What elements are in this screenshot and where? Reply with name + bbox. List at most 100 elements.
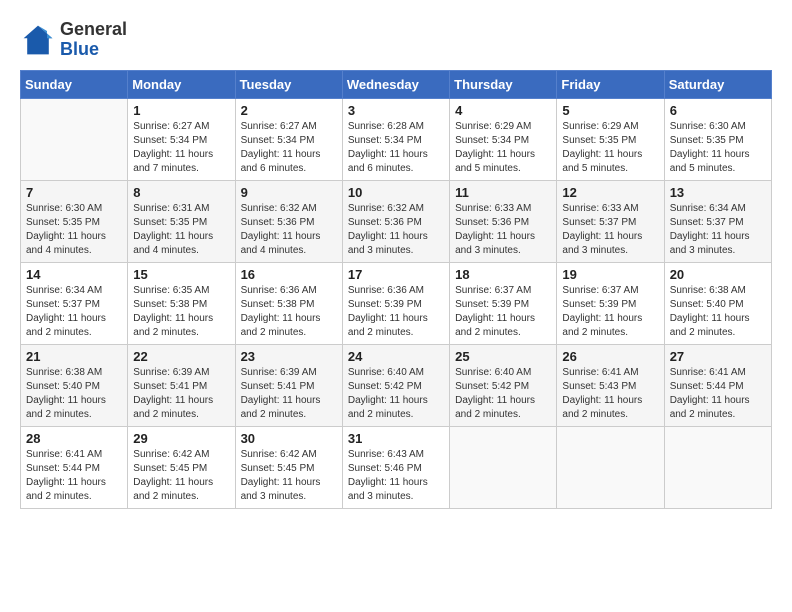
day-number: 2 <box>241 103 337 118</box>
day-info: Sunrise: 6:35 AM Sunset: 5:38 PM Dayligh… <box>133 284 229 340</box>
day-info: Sunrise: 6:41 AM Sunset: 5:44 PM Dayligh… <box>670 366 766 422</box>
day-info: Sunrise: 6:36 AM Sunset: 5:39 PM Dayligh… <box>348 284 444 340</box>
calendar-cell: 22 Sunrise: 6:39 AM Sunset: 5:41 PM Dayli… <box>128 344 235 426</box>
calendar-cell: 14 Sunrise: 6:34 AM Sunset: 5:37 PM Dayli… <box>21 262 128 344</box>
day-number: 31 <box>348 431 444 446</box>
day-info: Sunrise: 6:33 AM Sunset: 5:36 PM Dayligh… <box>455 202 551 258</box>
calendar-cell: 20 Sunrise: 6:38 AM Sunset: 5:40 PM Dayli… <box>664 262 771 344</box>
day-info: Sunrise: 6:27 AM Sunset: 5:34 PM Dayligh… <box>241 120 337 176</box>
calendar-cell: 25 Sunrise: 6:40 AM Sunset: 5:42 PM Dayli… <box>450 344 557 426</box>
calendar-cell: 8 Sunrise: 6:31 AM Sunset: 5:35 PM Daylig… <box>128 180 235 262</box>
day-number: 17 <box>348 267 444 282</box>
calendar-cell: 1Sunrise: 6:27 AM Sunset: 5:34 PM Daylig… <box>128 98 235 180</box>
day-info: Sunrise: 6:40 AM Sunset: 5:42 PM Dayligh… <box>455 366 551 422</box>
day-info: Sunrise: 6:40 AM Sunset: 5:42 PM Dayligh… <box>348 366 444 422</box>
day-number: 8 <box>133 185 229 200</box>
calendar-cell <box>557 426 664 508</box>
day-number: 30 <box>241 431 337 446</box>
calendar-cell <box>450 426 557 508</box>
calendar-week-5: 28 Sunrise: 6:41 AM Sunset: 5:44 PM Dayli… <box>21 426 772 508</box>
calendar-week-2: 7 Sunrise: 6:30 AM Sunset: 5:35 PM Daylig… <box>21 180 772 262</box>
day-info: Sunrise: 6:30 AM Sunset: 5:35 PM Dayligh… <box>670 120 766 176</box>
day-info: Sunrise: 6:34 AM Sunset: 5:37 PM Dayligh… <box>670 202 766 258</box>
day-number: 16 <box>241 267 337 282</box>
day-info: Sunrise: 6:41 AM Sunset: 5:44 PM Dayligh… <box>26 448 122 504</box>
day-header-tuesday: Tuesday <box>235 70 342 98</box>
day-number: 4 <box>455 103 551 118</box>
day-header-wednesday: Wednesday <box>342 70 449 98</box>
day-info: Sunrise: 6:33 AM Sunset: 5:37 PM Dayligh… <box>562 202 658 258</box>
day-info: Sunrise: 6:37 AM Sunset: 5:39 PM Dayligh… <box>562 284 658 340</box>
day-info: Sunrise: 6:27 AM Sunset: 5:34 PM Dayligh… <box>133 120 229 176</box>
calendar-cell: 24Sunrise: 6:40 AM Sunset: 5:42 PM Dayli… <box>342 344 449 426</box>
day-number: 3 <box>348 103 444 118</box>
day-number: 12 <box>562 185 658 200</box>
day-number: 9 <box>241 185 337 200</box>
calendar-cell: 21Sunrise: 6:38 AM Sunset: 5:40 PM Dayli… <box>21 344 128 426</box>
day-number: 14 <box>26 267 122 282</box>
calendar-cell: 26 Sunrise: 6:41 AM Sunset: 5:43 PM Dayli… <box>557 344 664 426</box>
calendar-cell: 18Sunrise: 6:37 AM Sunset: 5:39 PM Dayli… <box>450 262 557 344</box>
calendar-cell: 12 Sunrise: 6:33 AM Sunset: 5:37 PM Dayli… <box>557 180 664 262</box>
day-header-saturday: Saturday <box>664 70 771 98</box>
day-number: 20 <box>670 267 766 282</box>
calendar-cell: 5Sunrise: 6:29 AM Sunset: 5:35 PM Daylig… <box>557 98 664 180</box>
day-header-sunday: Sunday <box>21 70 128 98</box>
calendar-cell: 16 Sunrise: 6:36 AM Sunset: 5:38 PM Dayli… <box>235 262 342 344</box>
calendar-cell: 6 Sunrise: 6:30 AM Sunset: 5:35 PM Daylig… <box>664 98 771 180</box>
day-number: 22 <box>133 349 229 364</box>
calendar-cell: 23 Sunrise: 6:39 AM Sunset: 5:41 PM Dayli… <box>235 344 342 426</box>
day-info: Sunrise: 6:36 AM Sunset: 5:38 PM Dayligh… <box>241 284 337 340</box>
day-info: Sunrise: 6:41 AM Sunset: 5:43 PM Dayligh… <box>562 366 658 422</box>
logo-icon <box>20 22 56 58</box>
day-number: 5 <box>562 103 658 118</box>
day-number: 29 <box>133 431 229 446</box>
calendar-week-3: 14 Sunrise: 6:34 AM Sunset: 5:37 PM Dayli… <box>21 262 772 344</box>
calendar-cell: 2 Sunrise: 6:27 AM Sunset: 5:34 PM Daylig… <box>235 98 342 180</box>
day-number: 27 <box>670 349 766 364</box>
calendar-cell: 3 Sunrise: 6:28 AM Sunset: 5:34 PM Daylig… <box>342 98 449 180</box>
day-header-thursday: Thursday <box>450 70 557 98</box>
day-header-monday: Monday <box>128 70 235 98</box>
calendar-cell: 9 Sunrise: 6:32 AM Sunset: 5:36 PM Daylig… <box>235 180 342 262</box>
day-number: 10 <box>348 185 444 200</box>
day-info: Sunrise: 6:30 AM Sunset: 5:35 PM Dayligh… <box>26 202 122 258</box>
day-info: Sunrise: 6:42 AM Sunset: 5:45 PM Dayligh… <box>133 448 229 504</box>
day-number: 19 <box>562 267 658 282</box>
day-info: Sunrise: 6:28 AM Sunset: 5:34 PM Dayligh… <box>348 120 444 176</box>
day-info: Sunrise: 6:38 AM Sunset: 5:40 PM Dayligh… <box>26 366 122 422</box>
day-header-friday: Friday <box>557 70 664 98</box>
day-info: Sunrise: 6:34 AM Sunset: 5:37 PM Dayligh… <box>26 284 122 340</box>
day-info: Sunrise: 6:32 AM Sunset: 5:36 PM Dayligh… <box>348 202 444 258</box>
day-info: Sunrise: 6:29 AM Sunset: 5:34 PM Dayligh… <box>455 120 551 176</box>
day-number: 26 <box>562 349 658 364</box>
calendar-cell: 7 Sunrise: 6:30 AM Sunset: 5:35 PM Daylig… <box>21 180 128 262</box>
day-number: 28 <box>26 431 122 446</box>
calendar-cell: 17 Sunrise: 6:36 AM Sunset: 5:39 PM Dayli… <box>342 262 449 344</box>
day-number: 25 <box>455 349 551 364</box>
day-info: Sunrise: 6:43 AM Sunset: 5:46 PM Dayligh… <box>348 448 444 504</box>
calendar-cell: 27 Sunrise: 6:41 AM Sunset: 5:44 PM Dayli… <box>664 344 771 426</box>
day-info: Sunrise: 6:31 AM Sunset: 5:35 PM Dayligh… <box>133 202 229 258</box>
day-number: 7 <box>26 185 122 200</box>
calendar-week-1: 1Sunrise: 6:27 AM Sunset: 5:34 PM Daylig… <box>21 98 772 180</box>
calendar-cell: 30Sunrise: 6:42 AM Sunset: 5:45 PM Dayli… <box>235 426 342 508</box>
day-info: Sunrise: 6:32 AM Sunset: 5:36 PM Dayligh… <box>241 202 337 258</box>
calendar-cell: 13Sunrise: 6:34 AM Sunset: 5:37 PM Dayli… <box>664 180 771 262</box>
calendar-cell: 11 Sunrise: 6:33 AM Sunset: 5:36 PM Dayli… <box>450 180 557 262</box>
calendar-cell: 4 Sunrise: 6:29 AM Sunset: 5:34 PM Daylig… <box>450 98 557 180</box>
page-header: General Blue <box>20 20 772 60</box>
day-number: 11 <box>455 185 551 200</box>
calendar-cell: 31 Sunrise: 6:43 AM Sunset: 5:46 PM Dayli… <box>342 426 449 508</box>
day-number: 6 <box>670 103 766 118</box>
day-info: Sunrise: 6:39 AM Sunset: 5:41 PM Dayligh… <box>241 366 337 422</box>
day-info: Sunrise: 6:38 AM Sunset: 5:40 PM Dayligh… <box>670 284 766 340</box>
day-info: Sunrise: 6:39 AM Sunset: 5:41 PM Dayligh… <box>133 366 229 422</box>
calendar-week-4: 21Sunrise: 6:38 AM Sunset: 5:40 PM Dayli… <box>21 344 772 426</box>
calendar-cell <box>21 98 128 180</box>
day-info: Sunrise: 6:37 AM Sunset: 5:39 PM Dayligh… <box>455 284 551 340</box>
calendar-table: SundayMondayTuesdayWednesdayThursdayFrid… <box>20 70 772 509</box>
logo-text: General Blue <box>60 20 127 60</box>
day-number: 23 <box>241 349 337 364</box>
calendar-cell: 28 Sunrise: 6:41 AM Sunset: 5:44 PM Dayli… <box>21 426 128 508</box>
